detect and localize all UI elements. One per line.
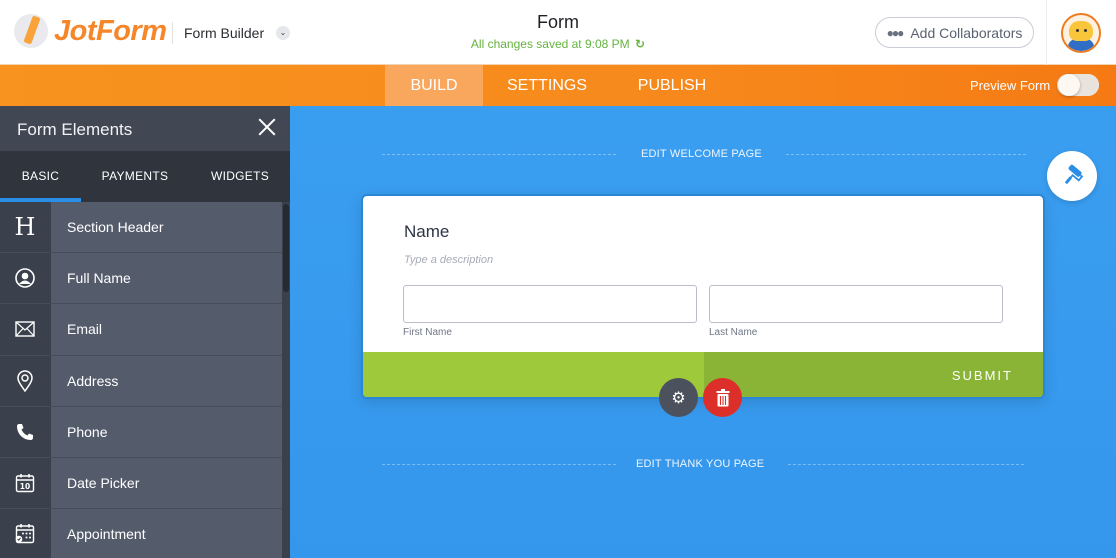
trash-icon	[716, 388, 729, 406]
user-avatar[interactable]	[1061, 13, 1101, 53]
edit-welcome-page-link[interactable]: EDIT WELCOME PAGE	[641, 148, 762, 160]
element-label: Address	[51, 355, 282, 406]
form-canvas: EDIT WELCOME PAGE Name Type a descriptio…	[290, 106, 1116, 558]
save-status-text: All changes saved at 9:08 PM	[470, 37, 630, 51]
element-category-tabs: BASIC PAYMENTS WIDGETS	[0, 151, 290, 202]
svg-text:10: 10	[20, 482, 30, 491]
tab-basic[interactable]: BASIC	[0, 151, 81, 202]
form-designer-button[interactable]	[1047, 151, 1097, 201]
element-label: Appointment	[51, 509, 282, 558]
element-section-header[interactable]: H Section Header	[0, 202, 282, 254]
gear-icon: ⚙	[671, 389, 686, 407]
element-phone[interactable]: Phone	[0, 406, 282, 458]
name-question-card[interactable]: Name Type a description First Name Last …	[361, 194, 1045, 399]
element-address[interactable]: Address	[0, 355, 282, 407]
preview-form-label: Preview Form	[970, 78, 1051, 93]
element-label: Phone	[51, 406, 282, 457]
element-label: Date Picker	[51, 457, 282, 509]
divider-line	[382, 154, 616, 155]
tab-payments[interactable]: PAYMENTS	[88, 151, 182, 202]
first-name-input[interactable]	[403, 285, 697, 323]
toggle-knob	[1058, 74, 1080, 96]
delete-question-button[interactable]	[703, 378, 742, 417]
element-appointment[interactable]: Appointment	[0, 509, 282, 558]
tab-publish[interactable]: PUBLISH	[625, 65, 719, 106]
tab-widgets[interactable]: WIDGETS	[200, 151, 280, 202]
form-elements-panel: Form Elements BASIC PAYMENTS WIDGETS H S…	[0, 106, 290, 558]
divider-line	[788, 464, 1024, 465]
appointment-calendar-icon	[0, 509, 51, 558]
element-label: Full Name	[51, 253, 282, 304]
paint-roller-icon	[1065, 164, 1084, 184]
phone-icon	[0, 406, 51, 457]
element-date-picker[interactable]: 10 Date Picker	[0, 457, 282, 510]
map-pin-icon	[0, 355, 51, 406]
question-description[interactable]: Type a description	[404, 254, 493, 266]
preview-form-toggle[interactable]	[1057, 74, 1099, 96]
element-full-name[interactable]: Full Name	[0, 253, 282, 305]
element-label: Section Header	[51, 202, 282, 253]
edit-thank-you-page-link[interactable]: EDIT THANK YOU PAGE	[636, 458, 764, 470]
top-header: JotForm Form Builder ⌄ Form All changes …	[0, 0, 1116, 65]
add-collaborators-button[interactable]: ●●● Add Collaborators	[875, 17, 1034, 48]
panel-title: Form Elements	[17, 120, 133, 139]
divider-line	[786, 154, 1026, 155]
users-group-icon: ●●●	[886, 25, 905, 40]
user-circle-icon	[0, 253, 51, 304]
panel-header: Form Elements	[0, 106, 290, 151]
envelope-icon	[0, 304, 51, 355]
element-email[interactable]: Email	[0, 304, 282, 356]
calendar-icon: 10	[0, 457, 51, 509]
refresh-icon[interactable]: ↻	[635, 37, 645, 51]
question-properties-button[interactable]: ⚙	[659, 378, 698, 417]
question-label[interactable]: Name	[404, 222, 449, 242]
last-name-input[interactable]	[709, 285, 1003, 323]
builder-nav-bar: BUILD SETTINGS PUBLISH Preview Form	[0, 65, 1116, 106]
heading-icon: H	[0, 202, 51, 253]
tab-settings[interactable]: SETTINGS	[495, 65, 599, 106]
element-list: H Section Header Full Name Email Address	[0, 202, 282, 558]
scrollbar-thumb[interactable]	[283, 204, 289, 292]
tab-build[interactable]: BUILD	[385, 65, 483, 106]
submit-button[interactable]: SUBMIT	[952, 368, 1013, 383]
element-label: Email	[51, 304, 282, 355]
last-name-sublabel[interactable]: Last Name	[709, 327, 757, 338]
first-name-sublabel[interactable]: First Name	[403, 327, 452, 338]
close-icon[interactable]	[256, 116, 278, 138]
add-collaborators-label: Add Collaborators	[910, 24, 1023, 41]
divider-line	[382, 464, 616, 465]
avatar-divider	[1046, 0, 1047, 65]
